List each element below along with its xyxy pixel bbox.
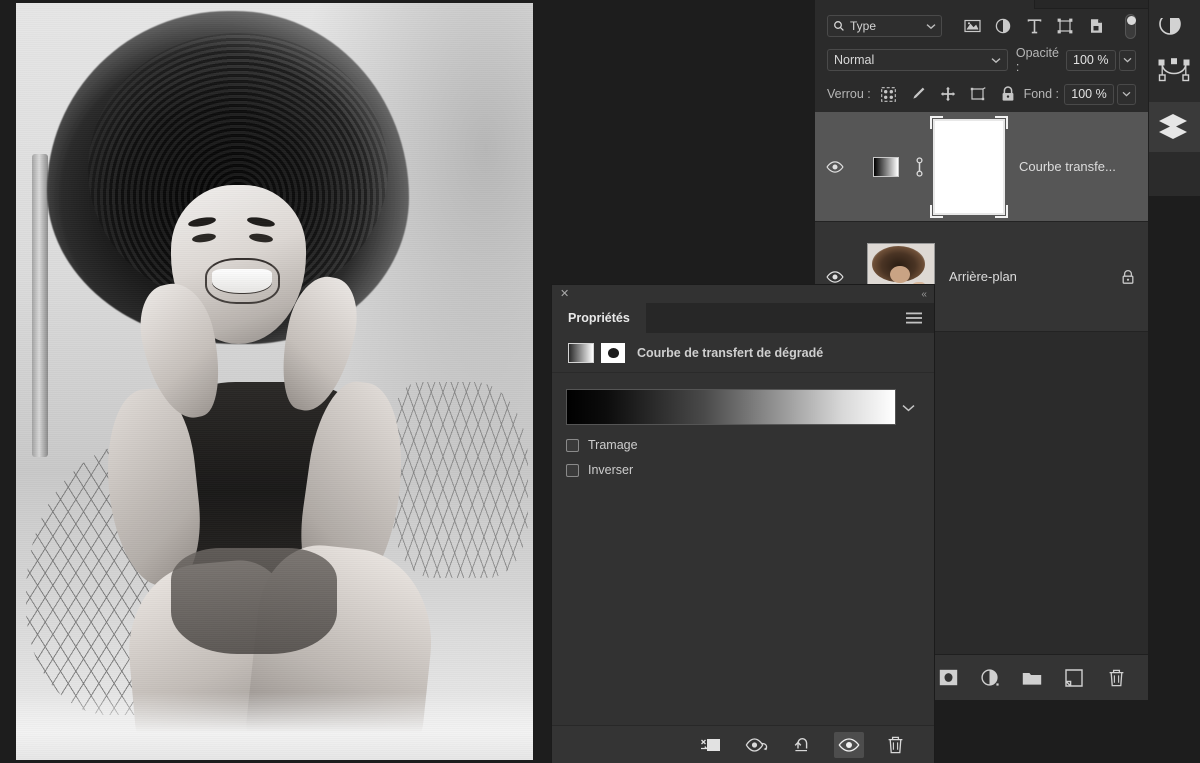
layers-panel-tabstrip[interactable]	[815, 0, 1148, 9]
dock-adjustments-icon[interactable]	[1149, 0, 1200, 40]
filter-enable-toggle[interactable]	[1124, 13, 1136, 39]
view-previous-state-button[interactable]	[742, 732, 772, 758]
tramage-checkbox-row[interactable]: Tramage	[566, 438, 920, 452]
right-icon-dock[interactable]	[1148, 0, 1200, 763]
lock-position-icon[interactable]	[940, 86, 957, 103]
dock-paths-icon[interactable]	[1149, 40, 1200, 102]
table-row[interactable]: Courbe transfe...	[815, 112, 1148, 222]
right-icon-dock-inner[interactable]	[1148, 0, 1200, 196]
search-icon	[833, 20, 845, 32]
fill-input[interactable]: 100 %	[1064, 83, 1114, 105]
layer-name[interactable]: Courbe transfe...	[1019, 159, 1148, 174]
inverser-checkbox-row[interactable]: Inverser	[566, 463, 920, 477]
collapse-icon[interactable]: ‹‹	[921, 289, 927, 300]
layer-filter-row[interactable]: Type	[815, 9, 1148, 43]
properties-panel-toolbar[interactable]	[552, 725, 934, 763]
shape-filter-icon[interactable]	[1057, 18, 1074, 35]
delete-layer-button[interactable]	[1106, 668, 1126, 688]
chevron-down-icon[interactable]	[926, 23, 936, 30]
chevron-down-icon[interactable]	[991, 57, 1001, 64]
tab-proprietes[interactable]: Propriétés	[552, 303, 646, 333]
gradient-preset-row[interactable]	[566, 389, 920, 427]
dock-layers-icon[interactable]	[1149, 102, 1200, 152]
layer-filter-kind-value: Type	[850, 19, 877, 33]
canvas-image[interactable]	[16, 3, 533, 760]
layers-panel-tab[interactable]	[815, 0, 1035, 9]
properties-body[interactable]: Tramage Inverser	[552, 373, 934, 725]
add-layer-mask-button[interactable]	[938, 668, 958, 688]
opacity-stepper[interactable]	[1118, 49, 1136, 71]
pixel-filter-icon[interactable]	[964, 18, 981, 35]
layer-visibility-toggle[interactable]	[815, 270, 855, 283]
photo-floor	[16, 691, 533, 760]
photo-pole	[31, 154, 49, 458]
properties-header: Courbe de transfert de dégradé	[552, 333, 934, 373]
layer-gradient-thumbnail[interactable]	[873, 156, 899, 177]
type-filter-icon[interactable]	[1026, 18, 1043, 35]
tramage-checkbox[interactable]	[566, 438, 579, 452]
lock-row[interactable]: Verrou : Fond : 100 %	[815, 80, 1148, 108]
photo-teeth	[212, 268, 272, 294]
lock-label: Verrou :	[827, 87, 871, 101]
layer-locked-icon	[1108, 269, 1148, 285]
clip-to-layer-button[interactable]	[696, 732, 726, 758]
inverser-label: Inverser	[588, 463, 634, 477]
fill-label: Fond :	[1023, 87, 1059, 101]
layer-visibility-toggle[interactable]	[815, 160, 855, 173]
eye-icon	[826, 270, 844, 283]
lock-image-pixels-icon[interactable]	[910, 86, 927, 103]
gradient-preview-bar[interactable]	[566, 389, 896, 425]
panel-menu-icon[interactable]	[906, 303, 934, 333]
delete-adjustment-layer-button[interactable]	[880, 732, 910, 758]
eye-icon	[826, 160, 844, 173]
inverser-checkbox[interactable]	[566, 463, 579, 477]
layer-mask-icon[interactable]	[601, 342, 625, 363]
layer-filter-kind-select[interactable]: Type	[827, 15, 942, 37]
photo-shorts	[171, 548, 337, 654]
layer-thumbnails[interactable]	[855, 115, 1008, 218]
page-title: Courbe de transfert de dégradé	[637, 345, 824, 360]
properties-panel-titlebar[interactable]: ✕ ‹‹	[552, 285, 934, 303]
lock-icons[interactable]	[880, 86, 1017, 103]
fill-stepper[interactable]	[1117, 83, 1136, 105]
toggle-layer-visibility-button[interactable]	[834, 731, 864, 758]
opacity-label: Opacité :	[1015, 46, 1059, 74]
blend-mode-select[interactable]: Normal	[827, 49, 1008, 71]
blend-mode-value: Normal	[834, 53, 875, 67]
photo-chair-wire-right	[393, 381, 528, 579]
lock-artboard-nesting-icon[interactable]	[970, 86, 987, 103]
opacity-input[interactable]: 100 %	[1065, 49, 1116, 71]
new-layer-button[interactable]	[1064, 668, 1084, 688]
lock-transparent-pixels-icon[interactable]	[880, 86, 897, 103]
chevron-down-icon[interactable]	[896, 389, 920, 427]
smart-object-filter-icon[interactable]	[1088, 18, 1105, 35]
layer-link-icon[interactable]	[909, 156, 929, 177]
lock-all-icon[interactable]	[1000, 86, 1017, 103]
new-adjustment-layer-button[interactable]	[980, 668, 1000, 688]
adjustment-filter-icon[interactable]	[995, 18, 1012, 35]
gradient-swatch-icon[interactable]	[568, 342, 594, 363]
tramage-label: Tramage	[588, 438, 638, 452]
new-group-button[interactable]	[1022, 668, 1042, 688]
properties-panel-tabs[interactable]: Propriétés	[552, 303, 934, 333]
layer-mask-thumbnail[interactable]	[930, 115, 1008, 218]
close-icon[interactable]: ✕	[560, 288, 569, 300]
layer-name[interactable]: Arrière-plan	[949, 269, 1108, 284]
photoshop-window: Type Normal Opacité: 100 % Verrou: Fon…	[0, 0, 1200, 763]
layer-filter-icons[interactable]	[964, 18, 1105, 35]
reset-button[interactable]	[788, 732, 818, 758]
properties-panel[interactable]: ✕ ‹‹ Propriétés Courbe de transfert de d…	[552, 285, 934, 763]
blend-mode-row[interactable]: Normal Opacité : 100 %	[815, 46, 1148, 74]
